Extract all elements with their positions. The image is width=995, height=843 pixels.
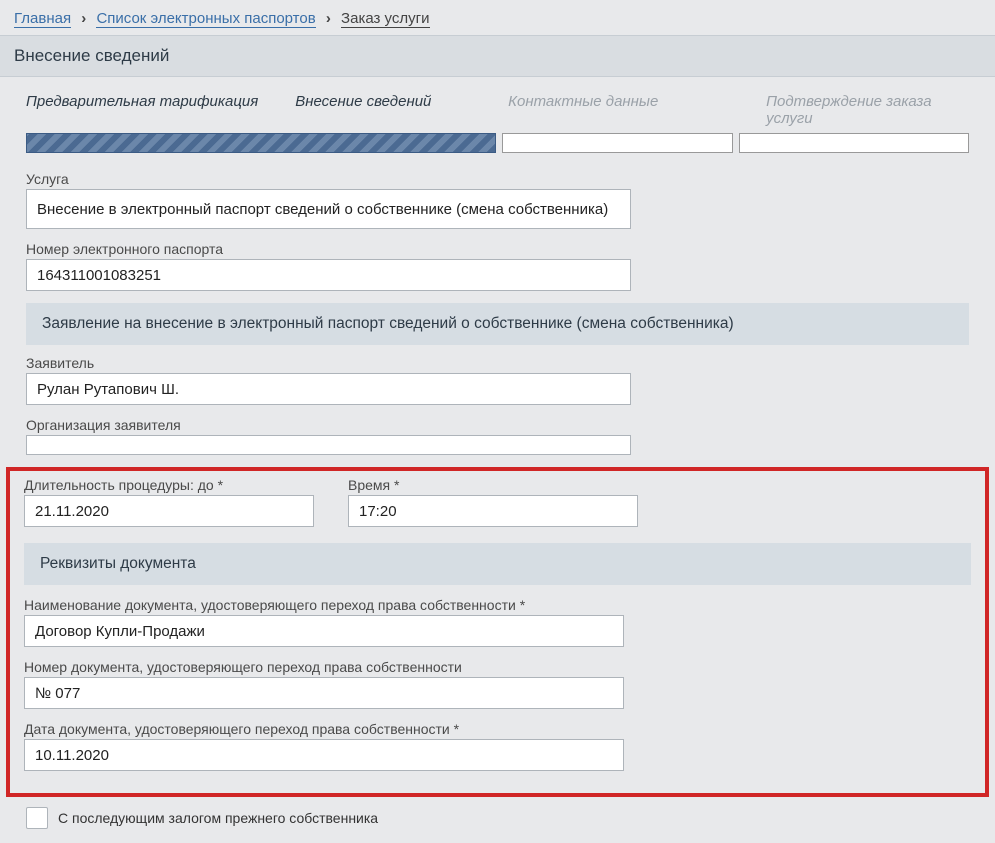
passport-label: Номер электронного паспорта: [26, 241, 969, 257]
step-info[interactable]: Внесение сведений: [295, 93, 498, 127]
service-label: Услуга: [26, 171, 969, 187]
service-field[interactable]: Внесение в электронный паспорт сведений …: [26, 189, 631, 229]
progress-seg-empty: [739, 133, 969, 153]
time-field[interactable]: 17:20: [348, 495, 638, 527]
page-title: Внесение сведений: [0, 35, 995, 77]
duration-label: Длительность процедуры: до *: [24, 477, 314, 493]
docname-field[interactable]: Договор Купли-Продажи: [24, 615, 624, 647]
step-tariff[interactable]: Предварительная тарификация: [26, 93, 285, 127]
breadcrumb-list[interactable]: Список электронных паспортов: [96, 10, 315, 28]
org-label: Организация заявителя: [26, 417, 969, 433]
docname-label: Наименование документа, удостоверяющего …: [24, 597, 971, 613]
applicant-field[interactable]: Рулан Рутапович Ш.: [26, 373, 631, 405]
time-label: Время *: [348, 477, 638, 493]
breadcrumb-current: Заказ услуги: [341, 10, 429, 28]
progress-seg-empty: [502, 133, 732, 153]
docnum-label: Номер документа, удостоверяющего переход…: [24, 659, 971, 675]
applicant-label: Заявитель: [26, 355, 969, 371]
chevron-right-icon: ›: [326, 10, 331, 27]
docdate-label: Дата документа, удостоверяющего переход …: [24, 721, 971, 737]
progress-bar: [26, 133, 969, 153]
step-confirm: Подтверждение заказа услуги: [766, 93, 969, 127]
breadcrumb-home[interactable]: Главная: [14, 10, 71, 28]
progress-seg-filled: [26, 133, 496, 153]
org-field[interactable]: [26, 435, 631, 455]
duration-field[interactable]: 21.11.2020: [24, 495, 314, 527]
pledge-checkbox[interactable]: [26, 807, 48, 829]
breadcrumb: Главная › Список электронных паспортов ›…: [0, 0, 995, 35]
section-application: Заявление на внесение в электронный пасп…: [26, 303, 969, 345]
passport-field[interactable]: 164311001083251: [26, 259, 631, 291]
section-document: Реквизиты документа: [24, 543, 971, 585]
step-contacts: Контактные данные: [508, 93, 756, 127]
docdate-field[interactable]: 10.11.2020: [24, 739, 624, 771]
wizard-steps: Предварительная тарификация Внесение све…: [26, 93, 969, 127]
chevron-right-icon: ›: [81, 10, 86, 27]
docnum-field[interactable]: № 077: [24, 677, 624, 709]
highlight-box: Длительность процедуры: до * 21.11.2020 …: [6, 467, 989, 797]
pledge-label: С последующим залогом прежнего собственн…: [58, 810, 378, 826]
